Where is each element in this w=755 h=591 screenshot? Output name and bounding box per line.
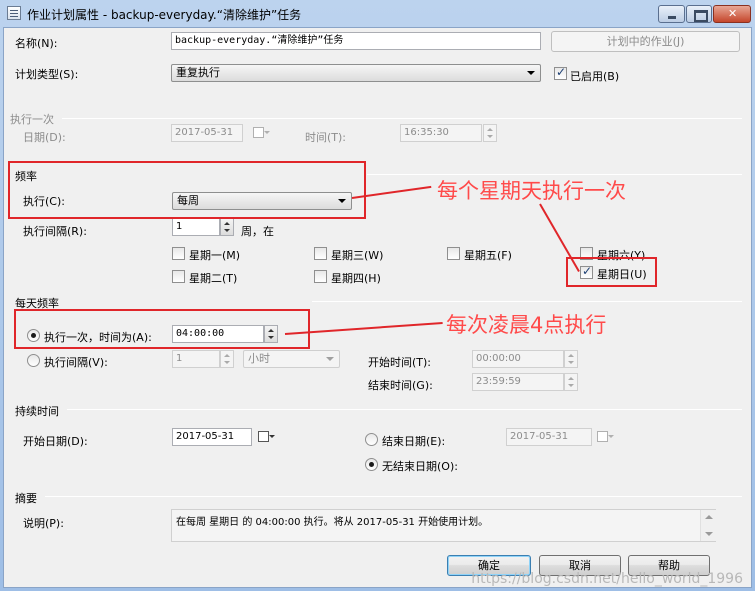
one-time-time-label: 时间(T): xyxy=(305,131,347,144)
sunday-highlight-box xyxy=(566,257,657,287)
friday-label: 星期五(F) xyxy=(464,249,512,262)
chevron-down-icon xyxy=(527,71,535,75)
calendar-icon[interactable] xyxy=(256,428,276,446)
calendar-icon[interactable] xyxy=(595,428,615,446)
recurs-every-suffix: 周，在 xyxy=(241,225,274,238)
wednesday-label: 星期三(W) xyxy=(331,249,384,262)
schedule-type-value: 重复执行 xyxy=(176,66,220,79)
occurs-every-label: 执行间隔(V): xyxy=(44,356,108,369)
friday-checkbox[interactable] xyxy=(447,247,460,260)
end-date-input[interactable]: 2017-05-31 xyxy=(506,428,592,446)
end-time-label: 结束时间(G): xyxy=(368,379,433,392)
one-time-time-spinner[interactable] xyxy=(483,124,497,142)
monday-label: 星期一(M) xyxy=(189,249,241,262)
recurs-every-spinner[interactable] xyxy=(220,218,234,236)
monday-checkbox[interactable] xyxy=(172,247,185,260)
end-time-input[interactable]: 23:59:59 xyxy=(472,373,564,391)
maximize-icon[interactable] xyxy=(686,5,712,23)
description-text: 在每周 星期日 的 04:00:00 执行。将从 2017-05-31 开始使用… xyxy=(171,509,716,542)
calendar-icon[interactable] xyxy=(251,124,271,142)
occurs-every-unit-dropdown[interactable]: 小时 xyxy=(243,350,340,368)
divider xyxy=(45,496,742,497)
window-icon xyxy=(7,6,21,20)
recurs-every-input[interactable]: 1 xyxy=(172,218,220,236)
tuesday-checkbox[interactable] xyxy=(172,270,185,283)
schedule-type-label: 计划类型(S): xyxy=(15,68,79,81)
occurs-every-radio[interactable] xyxy=(27,354,40,367)
name-label: 名称(N): xyxy=(15,37,58,50)
start-time-label: 开始时间(T): xyxy=(368,356,432,369)
enabled-label: 已启用(B) xyxy=(570,70,620,83)
end-time-spinner[interactable] xyxy=(564,373,578,391)
divider xyxy=(62,118,742,119)
divider xyxy=(312,301,742,302)
end-date-radio[interactable] xyxy=(365,433,378,446)
end-date-label: 结束日期(E): xyxy=(382,435,446,448)
watermark: https://blog.csdn.net/hello_world_1996 xyxy=(471,571,743,587)
title-bar[interactable]: 作业计划属性 - backup-everyday.“清除维护”任务 xyxy=(0,0,755,27)
dialog-body: 名称(N): backup-everyday.“清除维护”任务 计划中的作业(J… xyxy=(3,27,752,588)
close-icon[interactable] xyxy=(713,5,751,23)
description-value: 在每周 星期日 的 04:00:00 执行。将从 2017-05-31 开始使用… xyxy=(176,517,489,528)
daily-highlight-box xyxy=(14,309,310,349)
occurs-every-input[interactable]: 1 xyxy=(172,350,220,368)
start-date-input[interactable]: 2017-05-31 xyxy=(172,428,252,446)
duration-header: 持续时间 xyxy=(15,405,59,418)
name-input[interactable]: backup-everyday.“清除维护”任务 xyxy=(171,32,541,50)
jobs-in-schedule-button[interactable]: 计划中的作业(J) xyxy=(551,31,740,52)
no-end-date-label: 无结束日期(O): xyxy=(382,460,458,473)
recurs-every-label: 执行间隔(R): xyxy=(23,225,87,238)
no-end-date-radio[interactable] xyxy=(365,458,378,471)
schedule-type-dropdown[interactable]: 重复执行 xyxy=(171,64,541,82)
start-time-input[interactable]: 00:00:00 xyxy=(472,350,564,368)
minimize-icon[interactable] xyxy=(658,5,685,23)
description-label: 说明(P): xyxy=(23,517,64,530)
window-title: 作业计划属性 - backup-everyday.“清除维护”任务 xyxy=(27,8,302,22)
daily-annotation-text: 每次凌晨4点执行 xyxy=(446,313,607,337)
one-time-date-input[interactable]: 2017-05-31 xyxy=(171,124,243,142)
weekly-annotation-text: 每个星期天执行一次 xyxy=(437,179,626,203)
tuesday-label: 星期二(T) xyxy=(189,272,238,285)
enabled-checkbox[interactable] xyxy=(554,65,567,80)
weekly-highlight-box xyxy=(8,161,366,219)
chevron-down-icon xyxy=(326,357,334,361)
one-time-date-label: 日期(D): xyxy=(23,131,66,144)
start-time-spinner[interactable] xyxy=(564,350,578,368)
divider xyxy=(67,409,742,410)
occurs-every-spinner[interactable] xyxy=(220,350,234,368)
wednesday-checkbox[interactable] xyxy=(314,247,327,260)
one-time-time-input[interactable]: 16:35:30 xyxy=(400,124,482,142)
thursday-checkbox[interactable] xyxy=(314,270,327,283)
one-time-header: 执行一次 xyxy=(10,113,54,126)
start-date-label: 开始日期(D): xyxy=(23,435,88,448)
thursday-label: 星期四(H) xyxy=(331,272,381,285)
occurs-every-unit-value: 小时 xyxy=(248,352,270,365)
description-scrollbar[interactable] xyxy=(700,510,716,541)
summary-header: 摘要 xyxy=(15,492,37,505)
